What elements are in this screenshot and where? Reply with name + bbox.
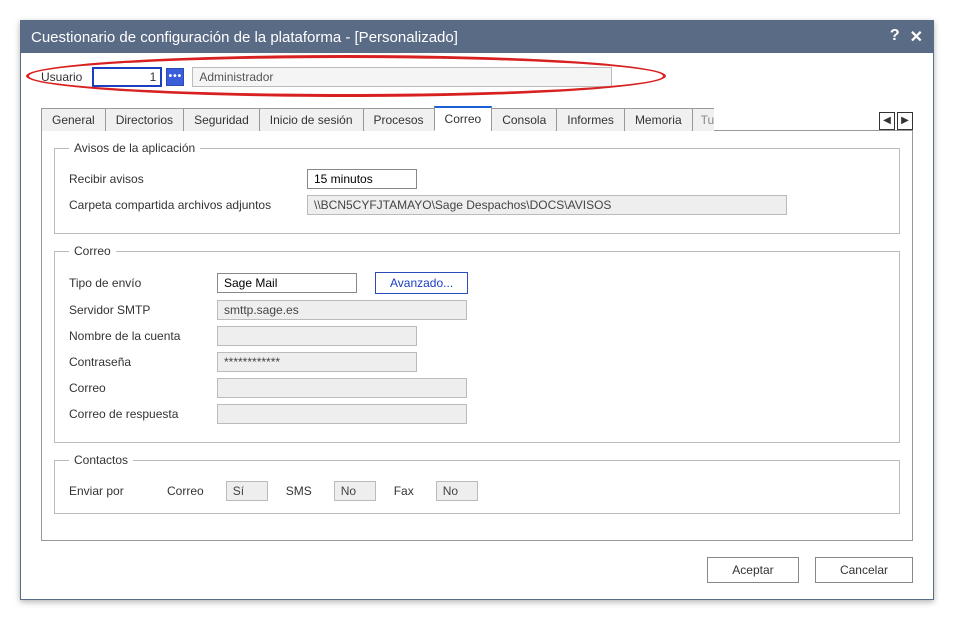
contacto-fax-label: Fax [394, 484, 414, 498]
contacto-sms-label: SMS [286, 484, 312, 498]
pass-field [217, 352, 417, 372]
row-pass: Contraseña [69, 352, 885, 372]
window-title: Cuestionario de configuración de la plat… [31, 29, 458, 46]
tab-inicio-sesion[interactable]: Inicio de sesión [259, 108, 364, 131]
user-name-field: Administrador [192, 67, 612, 87]
group-correo: Correo Tipo de envío Avanzado... Servido… [54, 244, 900, 443]
contacto-fax-value: No [436, 481, 478, 501]
smtp-field [217, 300, 467, 320]
respuesta-field [217, 404, 467, 424]
tabs-container: General Directorios Seguridad Inicio de … [41, 105, 913, 541]
user-row: Usuario 1 ••• Administrador [41, 67, 913, 87]
row-carpeta: Carpeta compartida archivos adjuntos [69, 195, 885, 215]
row-tipo-envio: Tipo de envío Avanzado... [69, 272, 885, 294]
tab-informes[interactable]: Informes [556, 108, 625, 131]
group-avisos-legend: Avisos de la aplicación [69, 141, 200, 155]
tipo-envio-label: Tipo de envío [69, 276, 209, 290]
dialog-body: Usuario 1 ••• Administrador General Dire… [21, 53, 933, 599]
tab-general[interactable]: General [41, 108, 106, 131]
row-contactos: Enviar por Correo Sí SMS No Fax No [69, 481, 885, 501]
contacto-sms-value: No [334, 481, 376, 501]
row-respuesta: Correo de respuesta [69, 404, 885, 424]
titlebar: Cuestionario de configuración de la plat… [21, 21, 933, 53]
recibir-avisos-label: Recibir avisos [69, 172, 299, 186]
group-correo-legend: Correo [69, 244, 116, 258]
config-dialog-window: Cuestionario de configuración de la plat… [20, 20, 934, 600]
pass-label: Contraseña [69, 355, 209, 369]
respuesta-label: Correo de respuesta [69, 407, 209, 421]
tab-content-correo: Avisos de la aplicación Recibir avisos C… [41, 131, 913, 541]
cuenta-field [217, 326, 417, 346]
tab-seguridad[interactable]: Seguridad [183, 108, 260, 131]
tab-directorios[interactable]: Directorios [105, 108, 184, 131]
tab-scroll-left[interactable]: ◀ [879, 112, 895, 130]
contacto-correo-value: Sí [226, 481, 268, 501]
help-icon[interactable]: ? [890, 27, 900, 47]
titlebar-controls: ? ✕ [890, 27, 923, 47]
row-recibir-avisos: Recibir avisos [69, 169, 885, 189]
carpeta-label: Carpeta compartida archivos adjuntos [69, 198, 299, 212]
tipo-envio-field[interactable] [217, 273, 357, 293]
tab-memoria[interactable]: Memoria [624, 108, 693, 131]
user-label: Usuario [41, 70, 82, 84]
contacto-correo-label: Correo [167, 484, 204, 498]
tab-correo[interactable]: Correo [434, 106, 493, 131]
tab-strip: General Directorios Seguridad Inicio de … [41, 105, 913, 131]
correo-field-label: Correo [69, 381, 209, 395]
recibir-avisos-field[interactable] [307, 169, 417, 189]
group-contactos: Contactos Enviar por Correo Sí SMS No Fa… [54, 453, 900, 514]
cuenta-label: Nombre de la cuenta [69, 329, 209, 343]
row-correo-field: Correo [69, 378, 885, 398]
tab-scroll-right[interactable]: ▶ [897, 112, 913, 130]
correo-field [217, 378, 467, 398]
user-lookup-button[interactable]: ••• [166, 68, 184, 86]
group-contactos-legend: Contactos [69, 453, 133, 467]
dialog-buttons: Aceptar Cancelar [41, 557, 913, 583]
user-id-field[interactable]: 1 [92, 67, 162, 87]
cancelar-button[interactable]: Cancelar [815, 557, 913, 583]
tab-procesos[interactable]: Procesos [363, 108, 435, 131]
close-icon[interactable]: ✕ [910, 27, 923, 47]
tab-nav: ◀ ▶ [879, 112, 913, 130]
smtp-label: Servidor SMTP [69, 303, 209, 317]
avanzado-button[interactable]: Avanzado... [375, 272, 468, 294]
aceptar-button[interactable]: Aceptar [707, 557, 799, 583]
enviar-por-label: Enviar por [69, 484, 149, 498]
group-avisos: Avisos de la aplicación Recibir avisos C… [54, 141, 900, 234]
tab-partial[interactable]: Tu [692, 108, 714, 131]
row-cuenta: Nombre de la cuenta [69, 326, 885, 346]
row-smtp: Servidor SMTP [69, 300, 885, 320]
tab-consola[interactable]: Consola [491, 108, 557, 131]
carpeta-field [307, 195, 787, 215]
